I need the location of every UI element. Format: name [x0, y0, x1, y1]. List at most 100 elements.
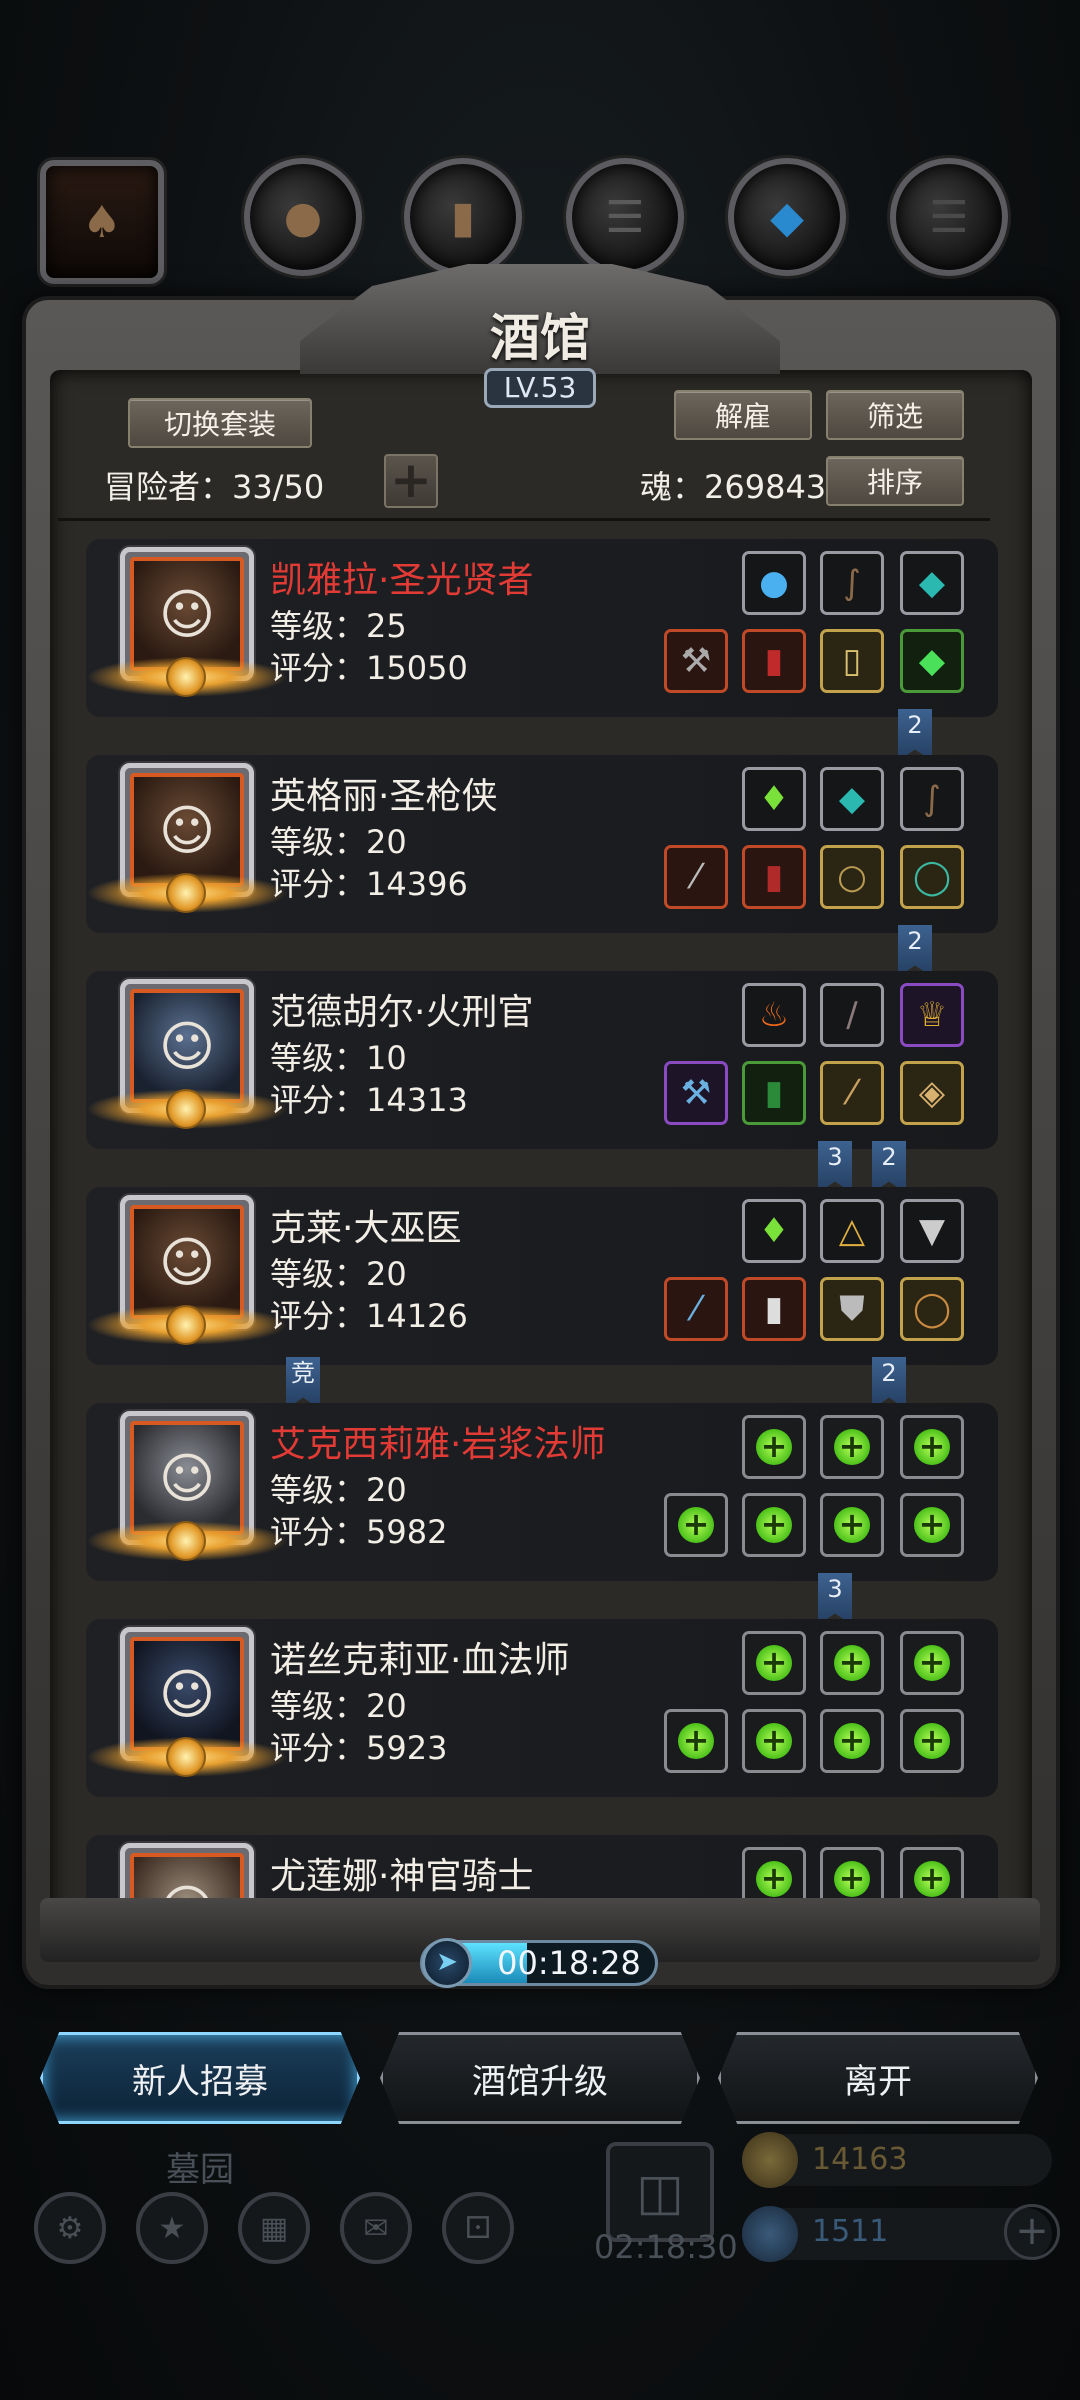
leave-button[interactable]: 离开: [718, 2032, 1038, 2124]
header-divider: [58, 518, 990, 521]
rank-emblem-icon: [86, 1089, 288, 1129]
codex-icon[interactable]: ▦: [238, 2192, 310, 2264]
hero-level: 等级：20: [270, 823, 407, 861]
add-equip-icon[interactable]: +: [820, 1493, 884, 1557]
hero-level: 等级：10: [270, 1039, 407, 1077]
hero-name: 艾克西莉雅·岩浆法师: [270, 1424, 606, 1465]
add-equip-icon[interactable]: +: [900, 1415, 964, 1479]
hero-level: 等级：20: [270, 1255, 407, 1293]
add-slot-button[interactable]: +: [384, 454, 438, 508]
portrait-magma-mage-icon: ☺: [130, 1421, 244, 1535]
mail-icon[interactable]: ✉: [340, 2192, 412, 2264]
settings-gear-icon[interactable]: ⚙: [34, 2192, 106, 2264]
add-equip-icon[interactable]: +: [742, 1709, 806, 1773]
tavern-upgrade-button[interactable]: 酒馆升级: [380, 2032, 700, 2124]
hero-card[interactable]: ☺ 诺丝克莉亚·血法师 等级：20 评分：5923 + + + + + + +: [86, 1619, 998, 1797]
gem-icon: [742, 2206, 798, 2262]
hero-level: 等级：20: [270, 1687, 407, 1725]
hero-name: 范德胡尔·火刑官: [270, 992, 534, 1033]
recruit-button[interactable]: 新人招募: [40, 2032, 360, 2124]
amulet-equip-icon[interactable]: ○: [820, 845, 884, 909]
dismiss-button[interactable]: 解雇: [674, 390, 812, 440]
add-equip-icon[interactable]: +: [820, 1709, 884, 1773]
blue-crystal-icon: ◆: [770, 191, 804, 243]
portrait-blood-mage-icon: ☺: [130, 1637, 244, 1751]
add-equip-icon[interactable]: +: [742, 1631, 806, 1695]
lantern-equip-icon[interactable]: △: [820, 1199, 884, 1263]
category-tab-wood[interactable]: ▮: [404, 158, 522, 276]
graveyard-label: 墓园: [166, 2150, 234, 2190]
scepter-equip-icon[interactable]: ⁄: [664, 1277, 728, 1341]
enhance-ribbon: 2: [898, 925, 932, 977]
robe-equip-icon[interactable]: ▮: [742, 629, 806, 693]
shield-equip-icon[interactable]: ⛊: [820, 1277, 884, 1341]
tablet-equip-icon[interactable]: ◈: [900, 1061, 964, 1125]
hero-card[interactable]: ☺ 凯雅拉·圣光贤者 等级：25 评分：15050 ● ∫ ◆ ⚒ ▮ ▯ ◆: [86, 539, 998, 717]
rank-emblem-icon: [86, 657, 288, 697]
add-equip-icon[interactable]: +: [664, 1493, 728, 1557]
bow-equip-icon[interactable]: ∫: [900, 767, 964, 831]
category-tab-leather[interactable]: ●: [244, 158, 362, 276]
enhance-ribbon: 2: [898, 709, 932, 761]
add-gems-icon[interactable]: +: [1004, 2204, 1060, 2260]
gem-equip-icon[interactable]: ◆: [820, 767, 884, 831]
add-equip-icon[interactable]: +: [820, 1631, 884, 1695]
fire-equip-icon[interactable]: ♨: [742, 983, 806, 1047]
hero-card[interactable]: ☺ 英格丽·圣枪侠 等级：20 评分：14396 ♦ ◆ ∫ ⁄ ▮ ○ ◯: [86, 755, 998, 933]
category-tab-hero[interactable]: ♠: [40, 160, 164, 284]
add-equip-icon[interactable]: +: [900, 1631, 964, 1695]
portrait-executioner-icon: ☺: [130, 989, 244, 1103]
add-equip-icon[interactable]: +: [664, 1709, 728, 1773]
arena-ribbon: 竞: [286, 1357, 320, 1409]
feather-equip-icon[interactable]: ∕: [820, 983, 884, 1047]
crest-equip-icon[interactable]: ♕: [900, 983, 964, 1047]
rank-emblem-icon: [86, 1305, 288, 1345]
achievement-star-icon[interactable]: ★: [136, 2192, 208, 2264]
green-crystal-equip-icon[interactable]: ♦: [742, 1199, 806, 1263]
dice-icon[interactable]: ⚀: [442, 2192, 514, 2264]
hero-card[interactable]: ☺ 克莱·大巫医 等级：20 评分：14126 ♦ △ ▼ ⁄ ▮ ⛊ ◯: [86, 1187, 998, 1365]
spear-equip-icon[interactable]: ⁄: [664, 845, 728, 909]
staff-equip-icon[interactable]: ⁄: [820, 1061, 884, 1125]
add-equip-icon[interactable]: +: [820, 1415, 884, 1479]
badge-equip-icon[interactable]: ▼: [900, 1199, 964, 1263]
hammer-equip-icon[interactable]: ⚒: [664, 629, 728, 693]
add-equip-icon[interactable]: +: [900, 1709, 964, 1773]
enhance-ribbon: 3: [818, 1573, 852, 1625]
wood-icon: ▮: [450, 191, 476, 243]
green-armor-equip-icon[interactable]: ▮: [742, 1061, 806, 1125]
armor-equip-icon[interactable]: ▮: [742, 845, 806, 909]
orb-equip-icon[interactable]: ●: [742, 551, 806, 615]
category-tab-steel[interactable]: ☰: [890, 158, 1008, 276]
sort-button[interactable]: 排序: [826, 456, 964, 506]
category-tab-iron[interactable]: ☰: [566, 158, 684, 276]
hero-card[interactable]: ☺ 范德胡尔·火刑官 等级：10 评分：14313 ♨ ∕ ♕ ⚒ ▮ ⁄ ◈: [86, 971, 998, 1149]
bow-equip-icon[interactable]: ∫: [820, 551, 884, 615]
add-equip-icon[interactable]: +: [900, 1493, 964, 1557]
gold-coin-icon: [742, 2132, 798, 2188]
hero-name: 英格丽·圣枪侠: [270, 776, 498, 817]
gem-equip-icon[interactable]: ◆: [900, 551, 964, 615]
hero-score: 评分：5982: [270, 1513, 448, 1551]
hero-name: 克莱·大巫医: [270, 1208, 462, 1249]
chest-armor-equip-icon[interactable]: ▮: [742, 1277, 806, 1341]
hero-card[interactable]: ☺ 艾克西莉雅·岩浆法师 等级：20 评分：5982 + + + + + + +: [86, 1403, 998, 1581]
filter-button[interactable]: 筛选: [826, 390, 964, 440]
scroll-equip-icon[interactable]: ▯: [820, 629, 884, 693]
category-tab-crystal[interactable]: ◆: [728, 158, 846, 276]
tavern-level-badge: LV.53: [484, 368, 596, 408]
recruit-timer-text: 00:18:28: [497, 1944, 641, 1982]
enhance-ribbon: 3: [818, 1141, 852, 1193]
bracelet-equip-icon[interactable]: ◯: [900, 1277, 964, 1341]
add-equip-icon[interactable]: +: [742, 1493, 806, 1557]
switch-outfit-button[interactable]: 切换套装: [128, 398, 312, 448]
adventurer-list[interactable]: ☺ 凯雅拉·圣光贤者 等级：25 评分：15050 ● ∫ ◆ ⚒ ▮ ▯ ◆ …: [56, 525, 1002, 1910]
ring-equip-icon[interactable]: ◯: [900, 845, 964, 909]
add-equip-icon[interactable]: +: [742, 1415, 806, 1479]
portrait-witch-doctor-icon: ☺: [130, 1205, 244, 1319]
emerald-equip-icon[interactable]: ◆: [900, 629, 964, 693]
iron-bars-icon: ☰: [605, 191, 645, 243]
green-crystal-equip-icon[interactable]: ♦: [742, 767, 806, 831]
axe-equip-icon[interactable]: ⚒: [664, 1061, 728, 1125]
gift-box-icon[interactable]: ◫: [606, 2142, 714, 2242]
